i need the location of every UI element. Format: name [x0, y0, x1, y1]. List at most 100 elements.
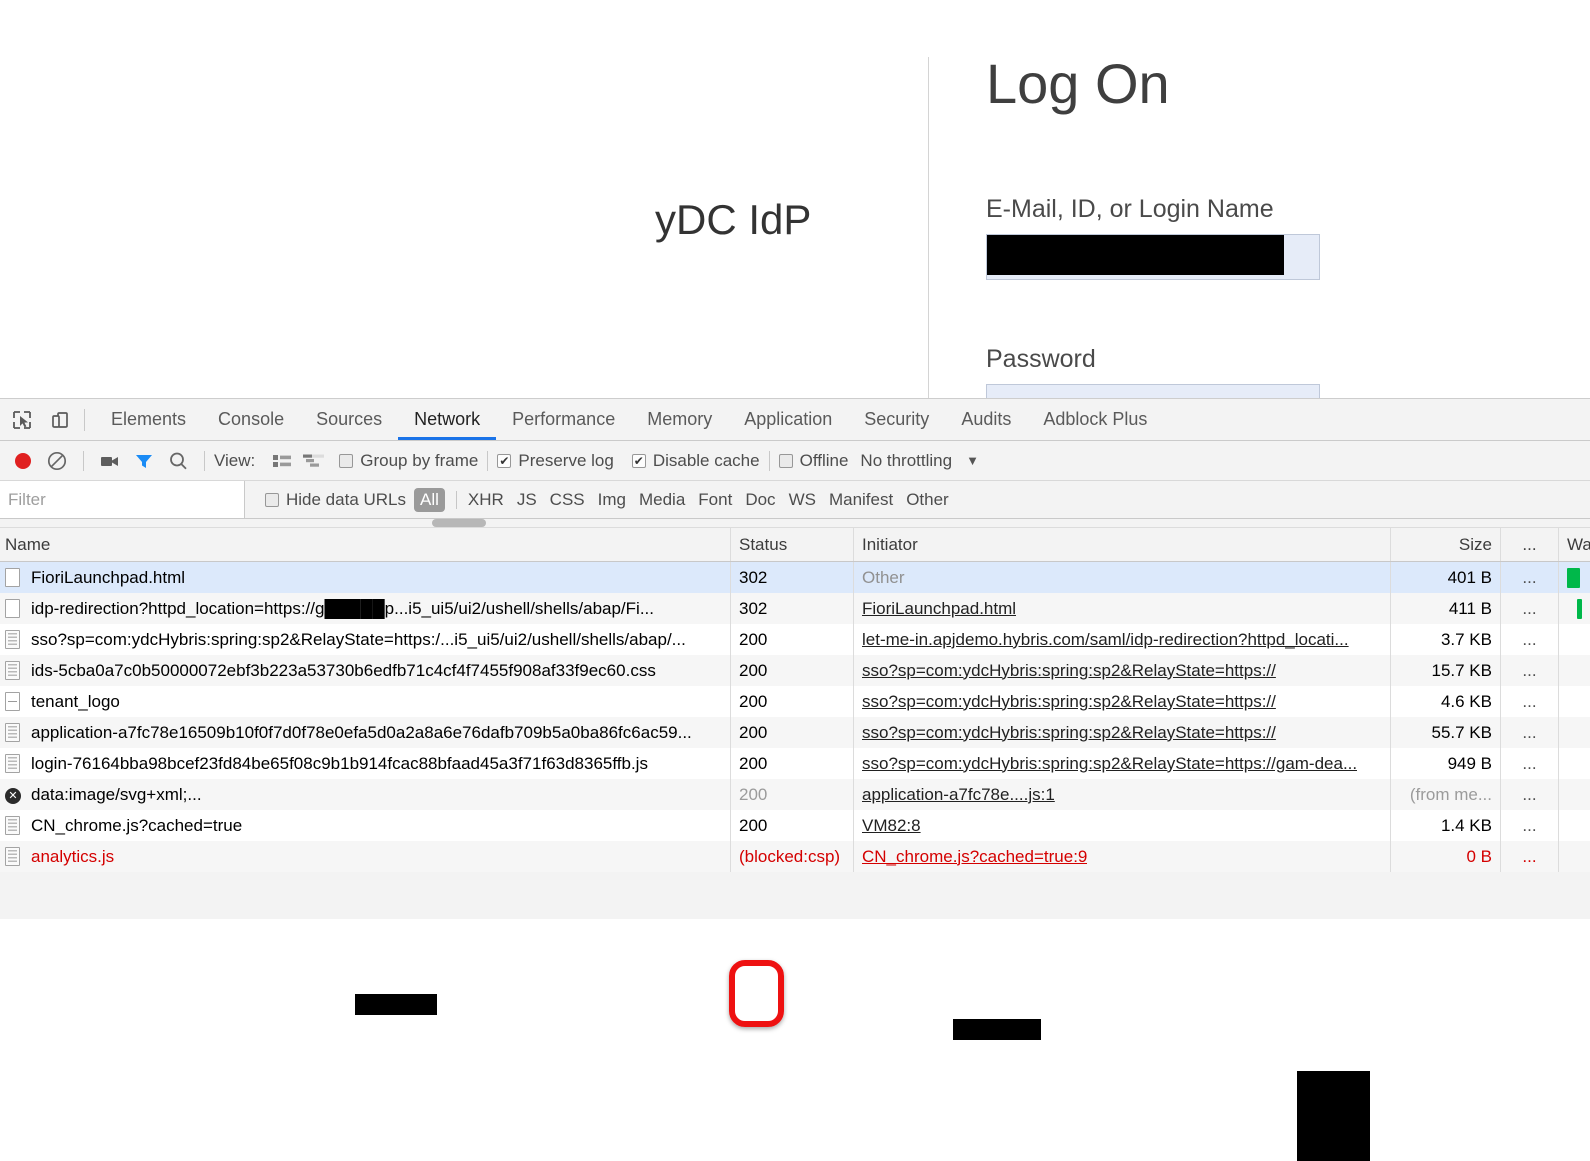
cell-overflow[interactable]: ... [1501, 717, 1559, 748]
filter-type-css[interactable]: CSS [550, 490, 585, 510]
column-header-waterfall[interactable]: Wa [1559, 528, 1590, 561]
filter-input[interactable] [0, 481, 245, 518]
cell-initiator[interactable]: application-a7fc78e....js:1 [854, 779, 1391, 810]
initiator-link[interactable]: sso?sp=com:ydcHybris:spring:sp2&RelaySta… [862, 754, 1357, 774]
table-row[interactable]: sso?sp=com:ydcHybris:spring:sp2&RelaySta… [0, 624, 1590, 655]
cell-overflow[interactable]: ... [1501, 655, 1559, 686]
initiator-link[interactable]: let-me-in.apjdemo.hybris.com/saml/idp-re… [862, 630, 1349, 650]
column-header-initiator[interactable]: Initiator [854, 528, 1391, 561]
cell-initiator[interactable]: let-me-in.apjdemo.hybris.com/saml/idp-re… [854, 624, 1391, 655]
initiator-link[interactable]: sso?sp=com:ydcHybris:spring:sp2&RelaySta… [862, 723, 1276, 743]
cell-name[interactable]: idp-redirection?httpd_location=https://g… [0, 593, 731, 624]
disable-cache-checkbox[interactable]: Disable cache [631, 441, 760, 481]
cell-overflow[interactable]: ... [1501, 562, 1559, 593]
table-row[interactable]: ✕ data:image/svg+xml;... 200 application-a7… [0, 779, 1590, 810]
table-row[interactable]: CN_chrome.js?cached=true 200 VM82:8 1.4 KB.… [0, 810, 1590, 841]
tab-memory[interactable]: Memory [631, 399, 728, 440]
horizontal-scrollbar[interactable] [0, 519, 1590, 528]
cell-initiator[interactable]: sso?sp=com:ydcHybris:spring:sp2&RelaySta… [854, 655, 1391, 686]
cell-initiator[interactable]: VM82:8 [854, 810, 1391, 841]
cell-overflow[interactable]: ... [1501, 779, 1559, 810]
group-by-frame-checkbox[interactable]: Group by frame [339, 441, 478, 481]
cell-name[interactable]: tenant_logo [0, 686, 731, 717]
cell-name[interactable]: login-76164bba98bcef23fd84be65f08c9b1b91… [0, 748, 731, 779]
view-list-icon[interactable] [267, 448, 297, 474]
cell-initiator[interactable]: CN_chrome.js?cached=true:9 [854, 841, 1391, 872]
filter-type-other[interactable]: Other [906, 490, 949, 510]
filter-type-img[interactable]: Img [598, 490, 626, 510]
cell-name[interactable]: FioriLaunchpad.html [0, 562, 731, 593]
column-header-name[interactable]: Name [0, 528, 731, 561]
password-input[interactable]: •••••••••••• [986, 384, 1320, 398]
clear-button-icon[interactable] [40, 445, 74, 477]
initiator-link[interactable]: sso?sp=com:ydcHybris:spring:sp2&RelaySta… [862, 692, 1276, 712]
cell-overflow[interactable]: ... [1501, 593, 1559, 624]
cell-initiator[interactable]: Other [854, 562, 1391, 593]
group-by-frame-checkbox-box [339, 453, 354, 468]
device-toolbar-icon[interactable] [44, 405, 76, 435]
view-waterfall-icon[interactable] [299, 448, 329, 474]
cell-overflow[interactable]: ... [1501, 624, 1559, 655]
hide-data-urls-checkbox[interactable]: Hide data URLs [265, 480, 414, 520]
initiator-link[interactable]: CN_chrome.js?cached=true:9 [862, 847, 1087, 867]
cell-name[interactable]: sso?sp=com:ydcHybris:spring:sp2&RelaySta… [0, 624, 731, 655]
initiator-link[interactable]: VM82:8 [862, 816, 921, 836]
cell-name[interactable]: application-a7fc78e16509b10f0f7d0f78e0ef… [0, 717, 731, 748]
table-row[interactable]: FioriLaunchpad.html 302 Other 401 B... [0, 562, 1590, 593]
username-input[interactable] [986, 234, 1320, 280]
size-value: 1.4 KB [1440, 815, 1492, 835]
cell-initiator[interactable]: FioriLaunchpad.html [854, 593, 1391, 624]
cell-overflow[interactable]: ... [1501, 748, 1559, 779]
table-row[interactable]: idp-redirection?httpd_location=https://g… [0, 593, 1590, 624]
table-row[interactable]: ids-5cba0a7c0b50000072ebf3b223a53730b6ed… [0, 655, 1590, 686]
cell-initiator[interactable]: sso?sp=com:ydcHybris:spring:sp2&RelaySta… [854, 686, 1391, 717]
cell-name[interactable]: CN_chrome.js?cached=true [0, 810, 731, 841]
inspect-element-icon[interactable] [6, 405, 38, 435]
preserve-log-checkbox[interactable]: Preserve log [497, 441, 614, 481]
initiator-link[interactable]: FioriLaunchpad.html [862, 599, 1016, 619]
table-row[interactable]: application-a7fc78e16509b10f0f7d0f78e0ef… [0, 717, 1590, 748]
cell-name[interactable]: ✕ data:image/svg+xml;... [0, 779, 731, 810]
initiator-link[interactable]: sso?sp=com:ydcHybris:spring:sp2&RelaySta… [862, 661, 1276, 681]
throttling-select[interactable]: No throttling ▼ [860, 441, 979, 481]
cell-overflow[interactable]: ... [1501, 841, 1559, 872]
cell-name[interactable]: analytics.js [0, 841, 731, 872]
tab-application[interactable]: Application [728, 399, 848, 440]
tab-security[interactable]: Security [848, 399, 945, 440]
cell-overflow[interactable]: ... [1501, 686, 1559, 717]
filter-type-doc[interactable]: Doc [745, 490, 775, 510]
tab-adblock-plus[interactable]: Adblock Plus [1027, 399, 1163, 440]
offline-checkbox[interactable]: Offline [778, 441, 848, 481]
tab-network[interactable]: Network [398, 399, 496, 440]
table-row[interactable]: login-76164bba98bcef23fd84be65f08c9b1b91… [0, 748, 1590, 779]
disable-cache-label: Disable cache [652, 450, 760, 470]
search-icon[interactable] [161, 445, 195, 477]
filter-type-media[interactable]: Media [639, 490, 685, 510]
column-header-overflow[interactable]: ... [1501, 528, 1559, 561]
cell-initiator[interactable]: sso?sp=com:ydcHybris:spring:sp2&RelaySta… [854, 748, 1391, 779]
capture-screenshots-icon[interactable] [93, 445, 127, 477]
cell-initiator[interactable]: sso?sp=com:ydcHybris:spring:sp2&RelaySta… [854, 717, 1391, 748]
cell-name[interactable]: ids-5cba0a7c0b50000072ebf3b223a53730b6ed… [0, 655, 731, 686]
filter-funnel-icon[interactable] [127, 445, 161, 477]
tab-audits[interactable]: Audits [945, 399, 1027, 440]
column-header-size[interactable]: Size [1391, 528, 1501, 561]
tab-console[interactable]: Console [202, 399, 300, 440]
cell-overflow[interactable]: ... [1501, 810, 1559, 841]
tab-performance[interactable]: Performance [496, 399, 631, 440]
filter-type-font[interactable]: Font [698, 490, 732, 510]
filter-type-all[interactable]: All [414, 487, 445, 512]
table-row[interactable]: tenant_logo 200 sso?sp=com:ydcHybris:sprin… [0, 686, 1590, 717]
filter-type-ws[interactable]: WS [789, 490, 816, 510]
horizontal-scrollbar-thumb[interactable] [432, 519, 486, 527]
tab-elements[interactable]: Elements [95, 399, 202, 440]
filter-type-manifest[interactable]: Manifest [829, 490, 893, 510]
filter-type-js[interactable]: JS [517, 490, 537, 510]
record-button-icon[interactable] [6, 445, 40, 477]
cell-waterfall [1559, 562, 1590, 593]
table-row[interactable]: analytics.js (blocked:csp) CN_chrome.js?ca… [0, 841, 1590, 872]
tab-sources[interactable]: Sources [300, 399, 398, 440]
filter-type-xhr[interactable]: XHR [468, 490, 504, 510]
column-header-status[interactable]: Status [731, 528, 854, 561]
initiator-link[interactable]: application-a7fc78e....js:1 [862, 785, 1055, 805]
